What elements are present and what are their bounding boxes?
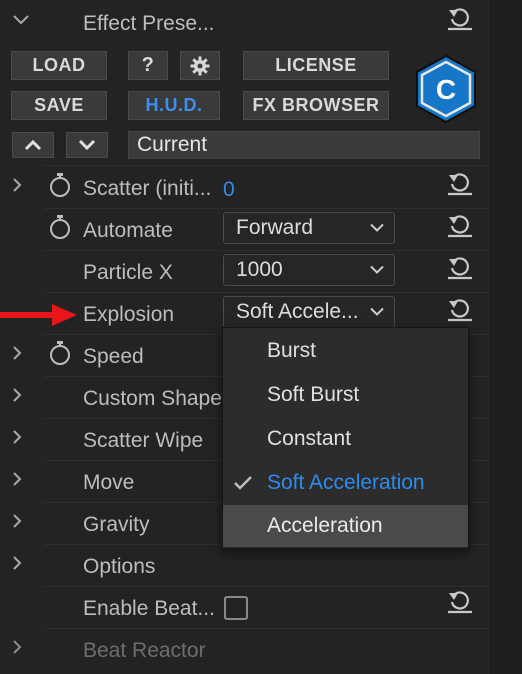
property-label: Scatter (initi... [83,177,212,200]
preset-name-field[interactable]: Current [128,131,480,159]
property-label: Automate [83,219,173,242]
checkmark-icon [234,476,252,490]
continuum-logo: C [416,54,476,124]
property-label: Enable Beat... [83,597,215,620]
dropdown-option-label: Soft Acceleration [267,471,425,494]
chevron-right-icon[interactable] [12,177,22,193]
dropdown-option-burst[interactable]: Burst [223,330,468,372]
explosion-select[interactable]: Soft Accele... [223,296,395,328]
help-button[interactable]: ? [128,51,168,80]
hud-button[interactable]: H.U.D. [128,91,220,120]
chevron-right-icon[interactable] [12,345,22,361]
row-divider [44,586,490,587]
property-label: Scatter Wipe [83,429,204,452]
automate-select-value: Forward [236,216,314,239]
chevron-right-icon[interactable] [12,471,22,487]
chevron-right-icon[interactable] [12,513,22,529]
chevron-down-icon [370,307,384,316]
row-divider [44,250,490,251]
property-label: Custom Shape [83,387,222,410]
settings-button[interactable] [180,51,220,80]
automate-select[interactable]: Forward [223,212,395,244]
dropdown-option-soft-burst[interactable]: Soft Burst [223,374,468,416]
property-label: Beat Reactor [83,639,206,662]
license-button[interactable]: LICENSE [243,51,389,80]
particle-x-select[interactable]: 1000 [223,254,395,286]
chevron-down-icon [78,139,96,151]
particle-x-select-value: 1000 [236,258,283,281]
row-divider [44,292,490,293]
chevron-right-icon[interactable] [12,639,22,655]
right-strip [490,0,522,674]
property-label: Options [83,555,156,578]
row-divider [44,165,490,166]
fx-browser-button[interactable]: FX BROWSER [243,91,389,120]
dropdown-option-soft-acceleration[interactable]: Soft Acceleration [223,462,468,504]
property-label: Particle X [83,261,173,284]
enable-beat-checkbox[interactable] [224,596,248,620]
chevron-right-icon[interactable] [12,429,22,445]
save-button[interactable]: SAVE [11,91,107,120]
row-divider [44,628,490,629]
property-label: Explosion [83,303,175,326]
logo-letter: C [436,74,456,105]
red-arrow-icon [0,304,77,326]
reset-icon[interactable] [446,5,474,31]
chevron-right-icon[interactable] [12,387,22,403]
row-divider [44,208,490,209]
preset-up-button[interactable] [12,132,54,158]
load-button[interactable]: LOAD [11,51,107,80]
property-label: Move [83,471,135,494]
chevron-down-icon[interactable] [12,14,30,26]
explosion-dropdown-menu: Burst Soft Burst Constant Soft Accelerat… [222,327,469,549]
reset-icon[interactable] [446,212,474,238]
stopwatch-icon[interactable] [48,172,72,198]
gear-icon [190,56,210,75]
chevron-up-icon [24,139,42,151]
scatter-value[interactable]: 0 [223,178,235,202]
explosion-select-value: Soft Accele... [236,300,359,323]
dropdown-option-acceleration[interactable]: Acceleration [223,505,468,547]
reset-icon[interactable] [446,170,474,196]
chevron-down-icon [370,265,384,274]
reset-icon[interactable] [446,588,474,614]
stopwatch-icon[interactable] [48,214,72,240]
chevron-down-icon [370,223,384,232]
dropdown-option-constant[interactable]: Constant [223,418,468,460]
property-label: Speed [83,345,144,368]
section-title: Effect Prese... [83,12,215,35]
stopwatch-icon[interactable] [48,340,72,366]
preset-down-button[interactable] [66,132,108,158]
chevron-right-icon[interactable] [12,555,22,571]
reset-icon[interactable] [446,254,474,280]
property-label: Gravity [83,513,150,536]
reset-icon[interactable] [446,296,474,322]
